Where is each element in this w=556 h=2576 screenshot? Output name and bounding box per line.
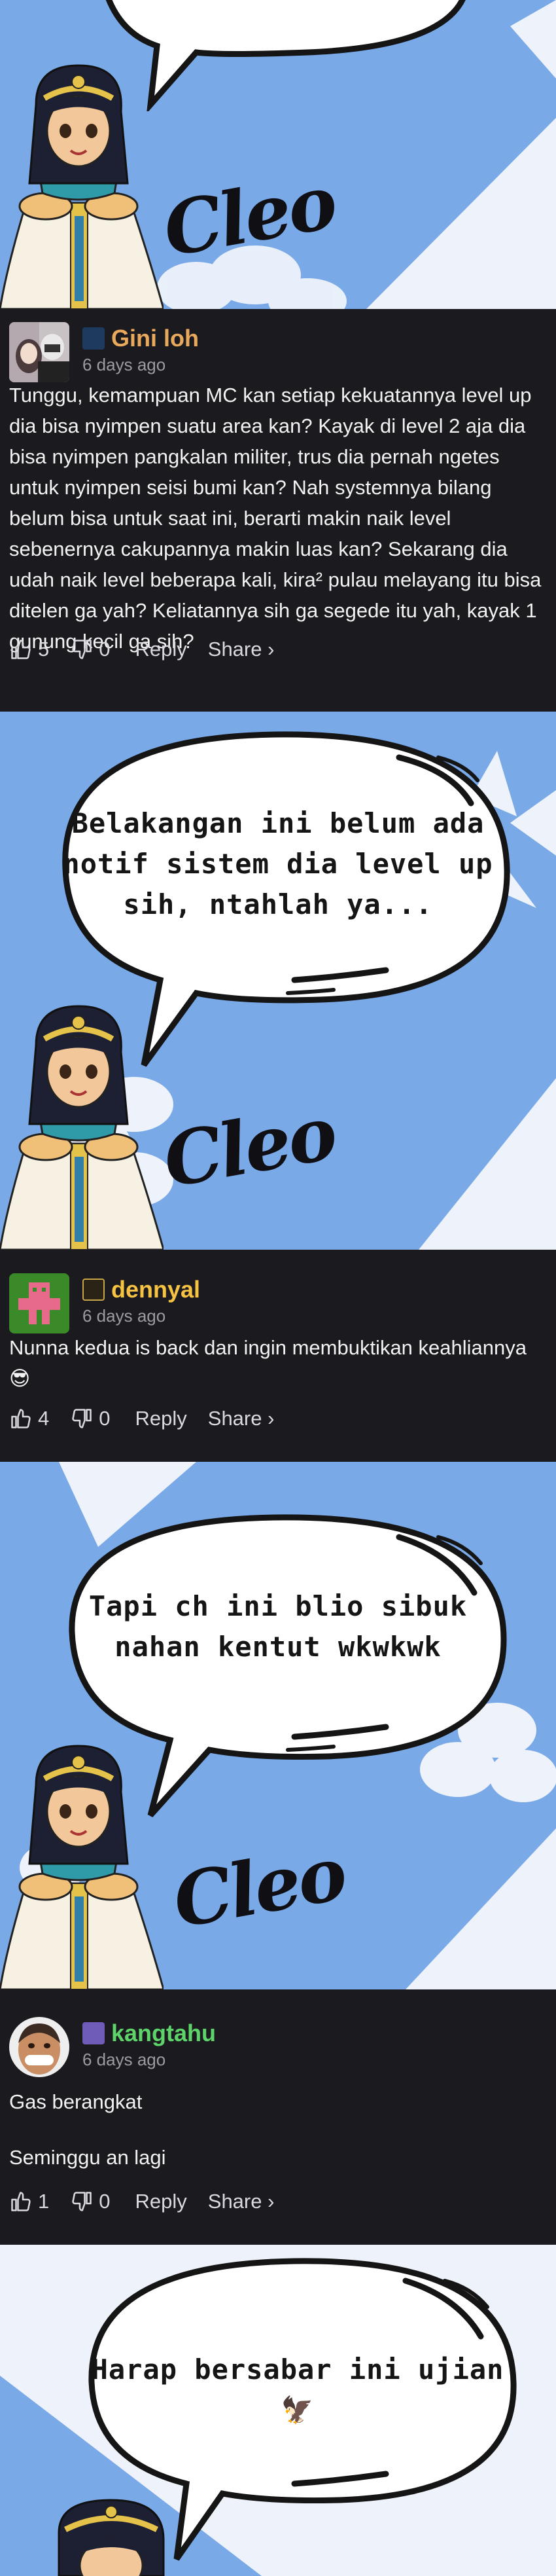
like-count: 4 (38, 1407, 50, 1430)
speech-bubble-text: Belakangan ini belum ada notif sistem di… (0, 803, 556, 925)
bubble-line: sih, ntahlah ya... (123, 888, 433, 920)
comment-username[interactable]: dennyal (111, 1276, 200, 1303)
thumbs-up-icon (11, 640, 31, 659)
dislike-count: 0 (99, 1407, 111, 1430)
dislike-button[interactable]: 0 (70, 1407, 111, 1430)
comment-text: Nunna kedua is back dan ingin membuktika… (9, 1328, 547, 1399)
bubble-line: notif sistem dia level up (63, 848, 493, 880)
chapter-comments-feed: Cleo Gini loh 6 days ago Tunggu, kemampu… (0, 0, 556, 2576)
comment-paragraph: Seminggu an lagi (9, 2146, 166, 2169)
comment-header: Gini loh 6 days ago (9, 309, 547, 382)
comment-text: Gas berangkat Seminggu an lagi (9, 2073, 547, 2182)
rank-badge-icon (82, 327, 105, 350)
comment-text: Tunggu, kemampuan MC kan setiap kekuatan… (9, 374, 547, 653)
cleo-character-illustration (46, 2494, 177, 2576)
comment-timestamp: 6 days ago (82, 355, 166, 374)
bubble-line: Tapi ch ini blio sibuk (88, 1590, 468, 1622)
thumbs-up-icon (11, 2192, 31, 2211)
comic-panel-2: Belakangan ini belum ada notif sistem di… (0, 712, 556, 1250)
comment-paragraph: Gas berangkat (9, 2090, 143, 2113)
dislike-button[interactable]: 0 (70, 2190, 111, 2213)
comment-actions: 4 0 Reply Share › (9, 1399, 547, 1438)
reply-button[interactable]: Reply (135, 638, 187, 661)
like-button[interactable]: 4 (9, 1407, 49, 1430)
user-avatar[interactable] (9, 1273, 69, 1333)
comment-username[interactable]: Gini loh (111, 325, 199, 352)
thumbs-down-icon (72, 2192, 92, 2211)
comic-panel-4: Harap bersabar ini ujian 🦅 (0, 2245, 556, 2576)
cleo-character-illustration (0, 52, 165, 309)
eagle-emoji: 🦅 (281, 2395, 315, 2425)
comic-panel-3: Tapi ch ini blio sibuk nahan kentut wkwk… (0, 1462, 556, 1989)
rank-badge-icon (82, 1279, 105, 1301)
comment-card: dennyal 6 days ago Nunna kedua is back d… (0, 1250, 556, 1462)
reply-button[interactable]: Reply (135, 1407, 187, 1430)
cleo-character-illustration (0, 1726, 165, 1989)
like-count: 5 (38, 638, 50, 661)
comment-actions: 1 0 Reply Share › (9, 2182, 547, 2221)
comment-username[interactable]: kangtahu (111, 2020, 216, 2047)
cleo-character-illustration (0, 987, 165, 1250)
reply-button[interactable]: Reply (135, 2190, 187, 2213)
speech-bubble-text: Harap bersabar ini ujian 🦅 (20, 2349, 556, 2431)
comment-header: kangtahu 6 days ago (9, 1989, 547, 2077)
like-count: 1 (38, 2190, 50, 2213)
comment-card: kangtahu 6 days ago Gas berangkat Seming… (0, 1989, 556, 2245)
comment-header: dennyal 6 days ago (9, 1250, 547, 1333)
comment-timestamp: 6 days ago (82, 2050, 166, 2069)
comment-timestamp: 6 days ago (82, 1306, 166, 1326)
share-button[interactable]: Share › (208, 638, 275, 661)
user-avatar[interactable] (9, 322, 69, 382)
share-button[interactable]: Share › (208, 2190, 275, 2213)
share-button[interactable]: Share › (208, 1407, 275, 1430)
bubble-line: Belakangan ini belum ada (71, 807, 485, 839)
thumbs-down-icon (72, 1409, 92, 1428)
rank-badge-icon (82, 2022, 105, 2044)
dislike-count: 0 (99, 2190, 111, 2213)
comment-paragraph: Tunggu, kemampuan MC kan setiap kekuatan… (9, 384, 542, 653)
comment-paragraph: Nunna kedua is back dan ingin membuktika… (9, 1336, 527, 1390)
dislike-button[interactable]: 0 (70, 638, 111, 661)
comic-panel-1: Cleo (0, 0, 556, 309)
speech-bubble-text: Tapi ch ini blio sibuk nahan kentut wkwk… (0, 1586, 556, 1667)
dislike-count: 0 (99, 638, 111, 661)
user-avatar[interactable] (9, 2017, 69, 2077)
thumbs-up-icon (11, 1409, 31, 1428)
bubble-line: nahan kentut wkwkwk (114, 1631, 442, 1663)
thumbs-down-icon (72, 640, 92, 659)
like-button[interactable]: 5 (9, 638, 49, 661)
comment-card: Gini loh 6 days ago Tunggu, kemampuan MC… (0, 309, 556, 712)
bubble-line: Harap bersabar ini ujian (91, 2353, 504, 2386)
like-button[interactable]: 1 (9, 2190, 49, 2213)
